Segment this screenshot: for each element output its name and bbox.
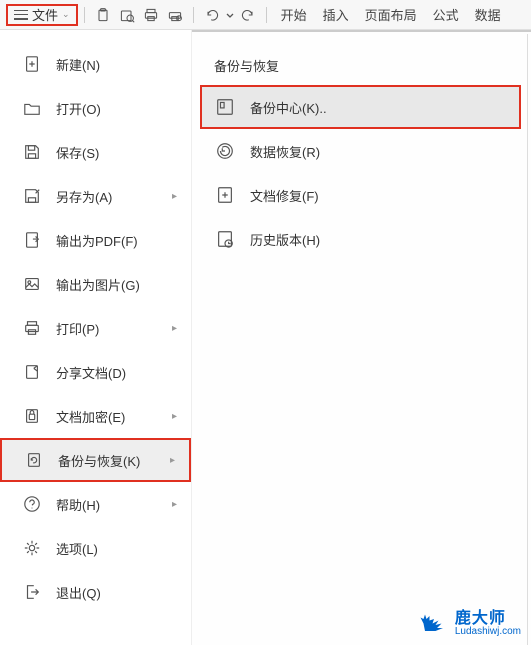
menu-open[interactable]: 打开(O) [0,86,191,130]
lock-icon [22,406,42,426]
undo-dropdown-icon[interactable] [224,3,236,27]
submenu-backup-center[interactable]: 备份中心(K).. [200,85,521,129]
tab-insert[interactable]: 插入 [323,5,349,24]
open-icon [22,98,42,118]
menu-encrypt[interactable]: 文档加密(E) ▸ [0,394,191,438]
deer-logo-icon [419,610,449,637]
submenu-title: 备份与恢复 [192,56,531,85]
undo-icon[interactable] [200,3,224,27]
menu-label: 文档加密(E) [56,407,172,426]
menu-export-pdf[interactable]: 输出为PDF(F) [0,218,191,262]
menu-label: 输出为图片(G) [56,275,177,294]
exit-icon [22,582,42,602]
file-menu-button[interactable]: 文件 ⌄ [6,4,78,26]
menu-options[interactable]: 选项(L) [0,526,191,570]
toolbar: 文件 ⌄ 开始 插入 页面布局 公式 数据 [0,0,531,30]
watermark-cn: 鹿大师 [455,611,521,627]
redo-icon[interactable] [236,3,260,27]
menu-save[interactable]: 保存(S) [0,130,191,174]
backup-center-icon [214,96,236,118]
chevron-right-icon: ▸ [172,411,177,422]
menu-share[interactable]: 分享文档(D) [0,350,191,394]
tab-formula[interactable]: 公式 [433,5,459,24]
menu-label: 备份与恢复(K) [58,451,170,470]
chevron-right-icon: ▸ [172,323,177,334]
print-icon [22,318,42,338]
recovery-icon [214,140,236,162]
right-edge [527,34,531,645]
menu-label: 新建(N) [56,55,177,74]
hamburger-icon [14,10,28,20]
menu-backup-restore[interactable]: 备份与恢复(K) ▸ [0,438,191,482]
menu-print[interactable]: 打印(P) ▸ [0,306,191,350]
help-icon [22,494,42,514]
submenu-panel: 备份与恢复 备份中心(K).. 数据恢复(R) 文档修复(F) 历史版本(H) [192,30,531,645]
submenu-label: 历史版本(H) [250,230,320,249]
new-icon [22,54,42,74]
separator [266,7,267,23]
repair-icon [214,184,236,206]
menu-label: 帮助(H) [56,495,172,514]
chevron-right-icon: ▸ [172,499,177,510]
menu-label: 选项(L) [56,539,177,558]
chevron-down-icon: ⌄ [62,9,70,20]
submenu-history[interactable]: 历史版本(H) [192,217,531,261]
submenu-data-recovery[interactable]: 数据恢复(R) [192,129,531,173]
chevron-right-icon: ▸ [170,455,175,466]
watermark-en: Ludashiwj.com [455,627,521,637]
menu-label: 退出(Q) [56,583,177,602]
gear-icon [22,538,42,558]
menu-label: 打印(P) [56,319,172,338]
ribbon-tabs: 开始 插入 页面布局 公式 数据 [281,5,501,24]
save-as-icon [22,186,42,206]
paste-icon[interactable] [91,3,115,27]
submenu-label: 文档修复(F) [250,186,319,205]
pdf-icon [22,230,42,250]
chevron-right-icon: ▸ [172,191,177,202]
submenu-label: 备份中心(K).. [250,98,327,117]
share-icon [22,362,42,382]
watermark: 鹿大师 Ludashiwj.com [419,610,521,637]
menu-export-image[interactable]: 输出为图片(G) [0,262,191,306]
file-menu-panel: 新建(N) 打开(O) 保存(S) 另存为(A) ▸ 输出为PDF(F) 输出为… [0,30,192,645]
tab-page-layout[interactable]: 页面布局 [365,5,417,24]
menu-label: 分享文档(D) [56,363,177,382]
save-icon [22,142,42,162]
file-label: 文件 [32,5,58,24]
menu-label: 打开(O) [56,99,177,118]
separator [193,7,194,23]
menu-new[interactable]: 新建(N) [0,42,191,86]
tab-home[interactable]: 开始 [281,5,307,24]
separator [84,7,85,23]
menu-save-as[interactable]: 另存为(A) ▸ [0,174,191,218]
menu-label: 另存为(A) [56,187,172,206]
history-icon [214,228,236,250]
backup-icon [24,450,44,470]
print-preview-icon[interactable] [163,3,187,27]
submenu-label: 数据恢复(R) [250,142,320,161]
menu-label: 输出为PDF(F) [56,231,177,250]
menu-help[interactable]: 帮助(H) ▸ [0,482,191,526]
tab-data[interactable]: 数据 [475,5,501,24]
preview-icon[interactable] [115,3,139,27]
print-icon[interactable] [139,3,163,27]
image-icon [22,274,42,294]
submenu-doc-repair[interactable]: 文档修复(F) [192,173,531,217]
menu-label: 保存(S) [56,143,177,162]
menu-exit[interactable]: 退出(Q) [0,570,191,614]
